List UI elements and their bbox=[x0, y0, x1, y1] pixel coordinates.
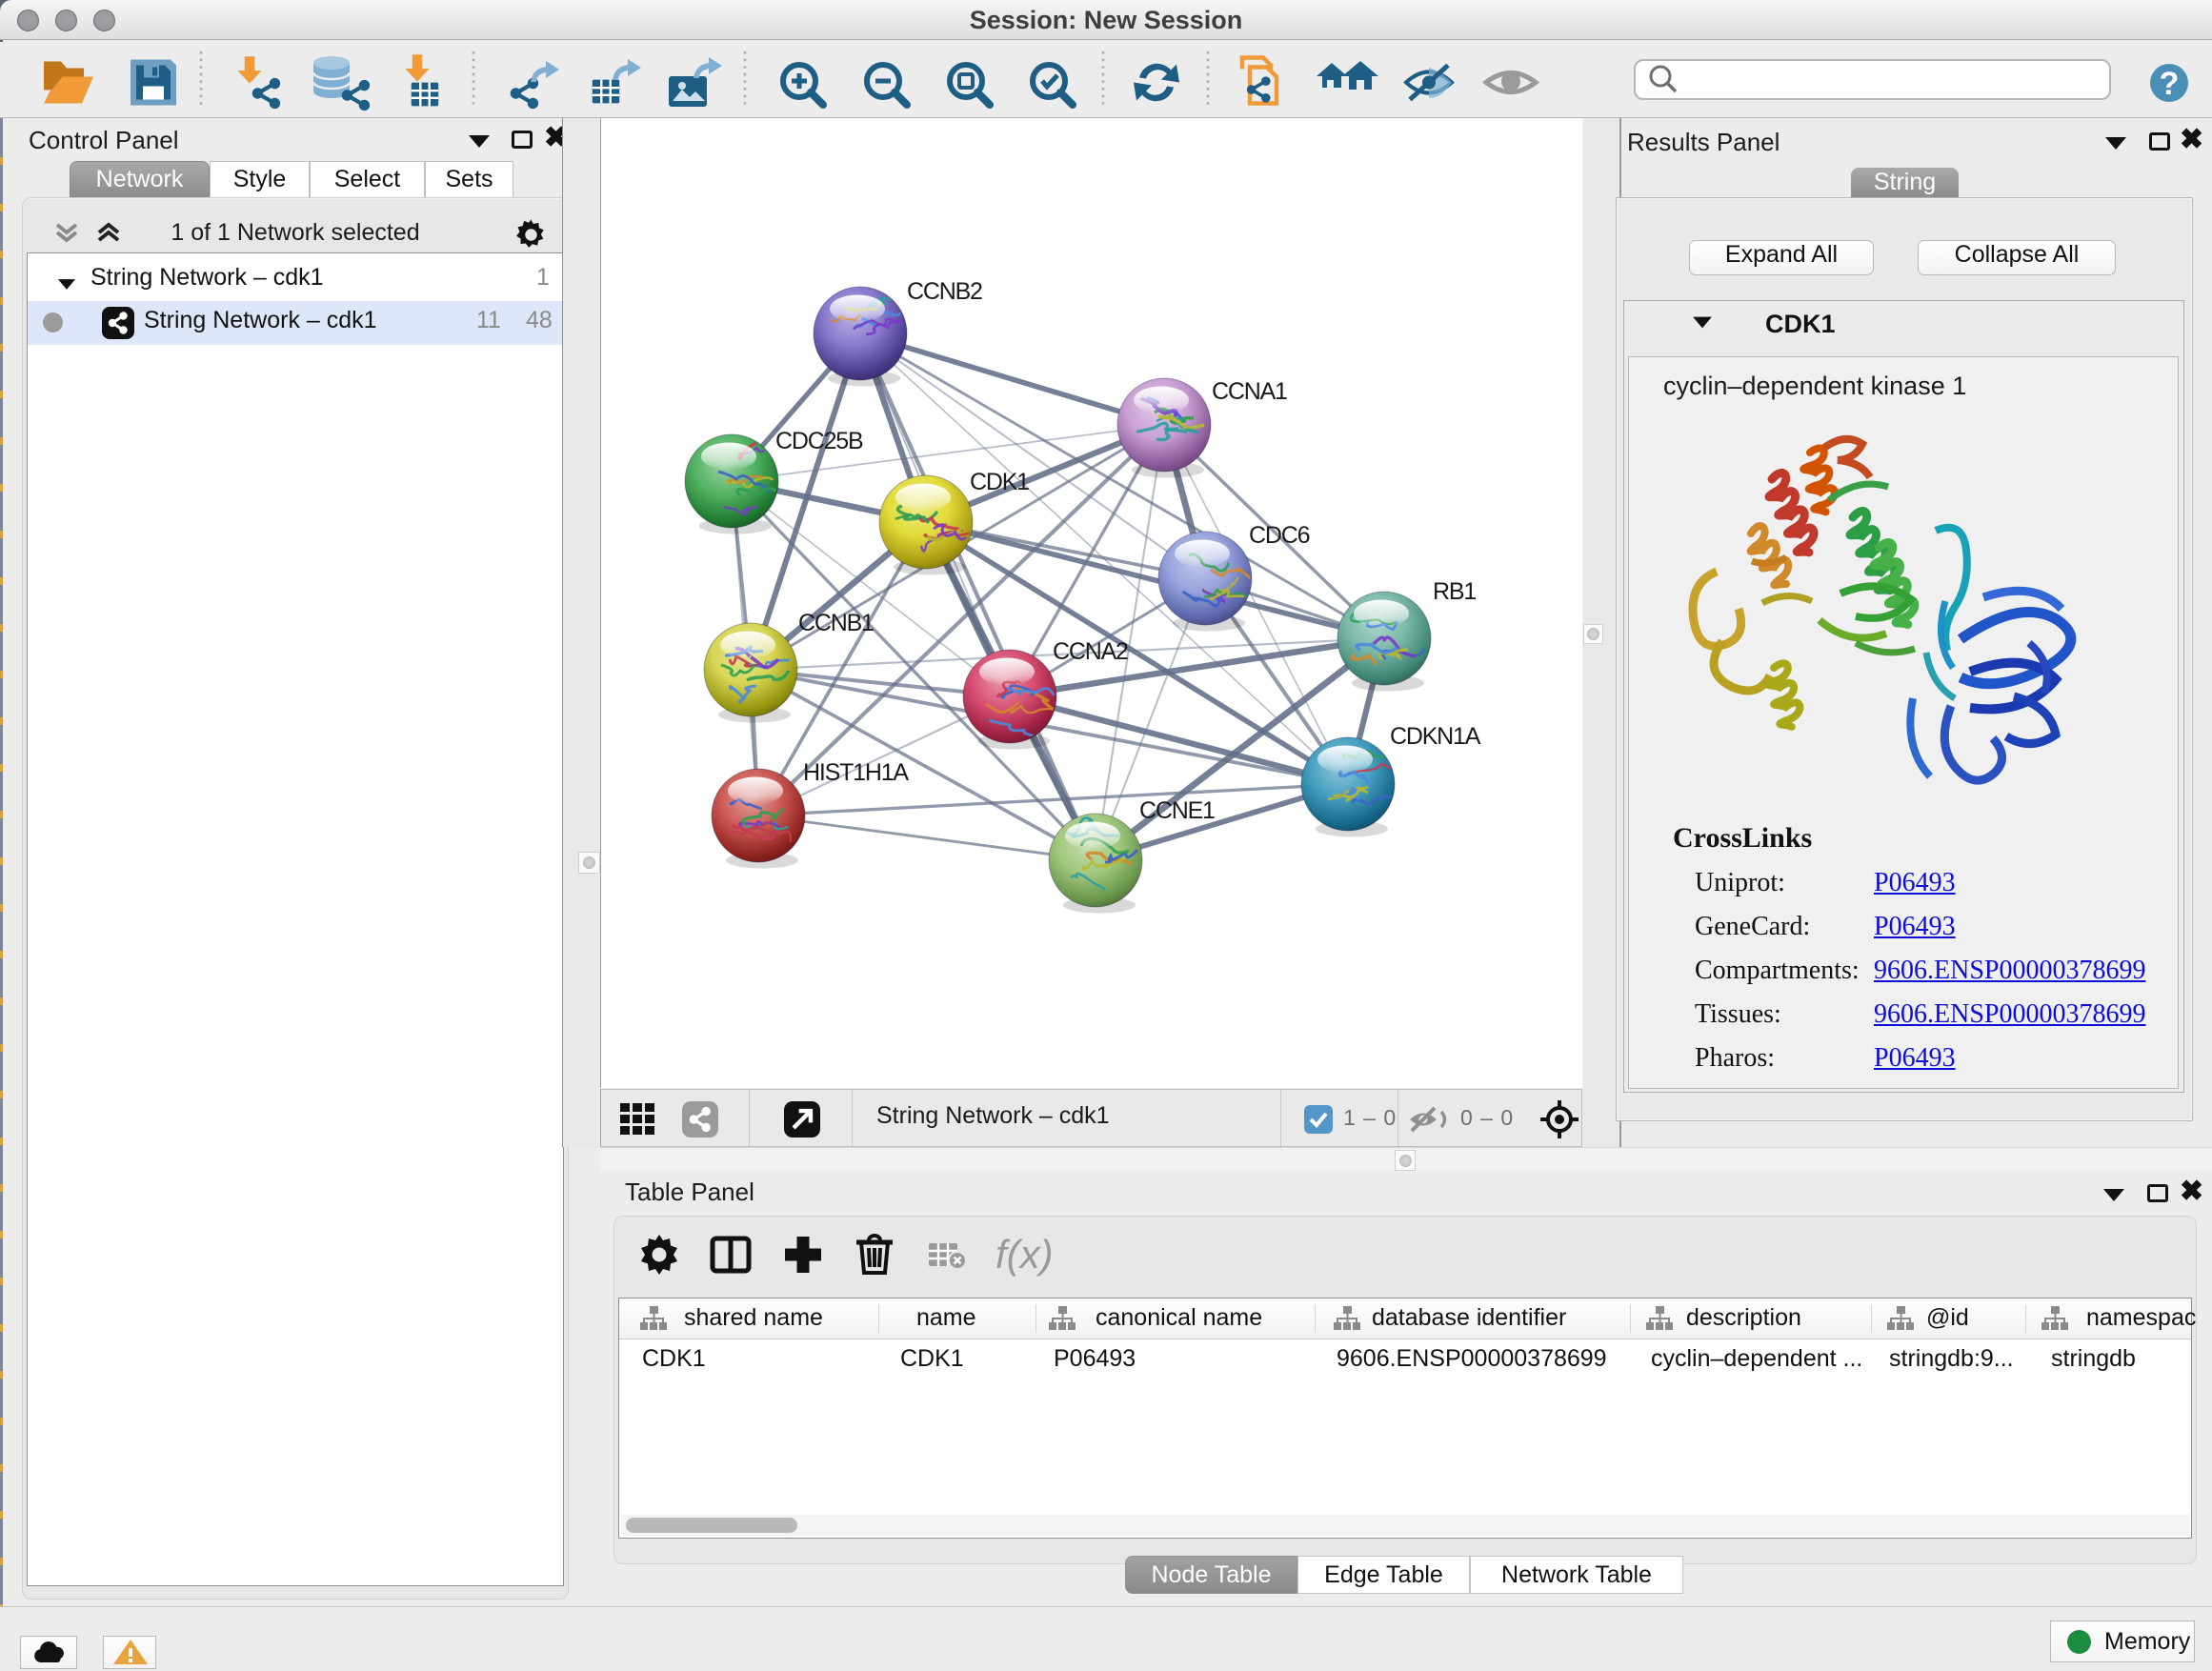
svg-text:CCNE1: CCNE1 bbox=[1139, 797, 1215, 824]
svg-text:CDC6: CDC6 bbox=[1249, 522, 1310, 549]
svg-text:HIST1H1A: HIST1H1A bbox=[803, 759, 909, 786]
svg-text:CCNA2: CCNA2 bbox=[1053, 638, 1128, 665]
svg-text:RB1: RB1 bbox=[1433, 578, 1476, 605]
svg-text:CCNB1: CCNB1 bbox=[798, 610, 874, 636]
svg-text:CCNA1: CCNA1 bbox=[1212, 378, 1287, 405]
svg-text:CDK1: CDK1 bbox=[970, 469, 1029, 495]
svg-text:CDKN1A: CDKN1A bbox=[1390, 723, 1481, 750]
svg-text:?: ? bbox=[2160, 66, 2180, 102]
svg-text:CDC25B: CDC25B bbox=[775, 428, 863, 454]
svg-text:CCNB2: CCNB2 bbox=[907, 278, 982, 305]
svg-text:f(x): f(x) bbox=[995, 1232, 1054, 1277]
